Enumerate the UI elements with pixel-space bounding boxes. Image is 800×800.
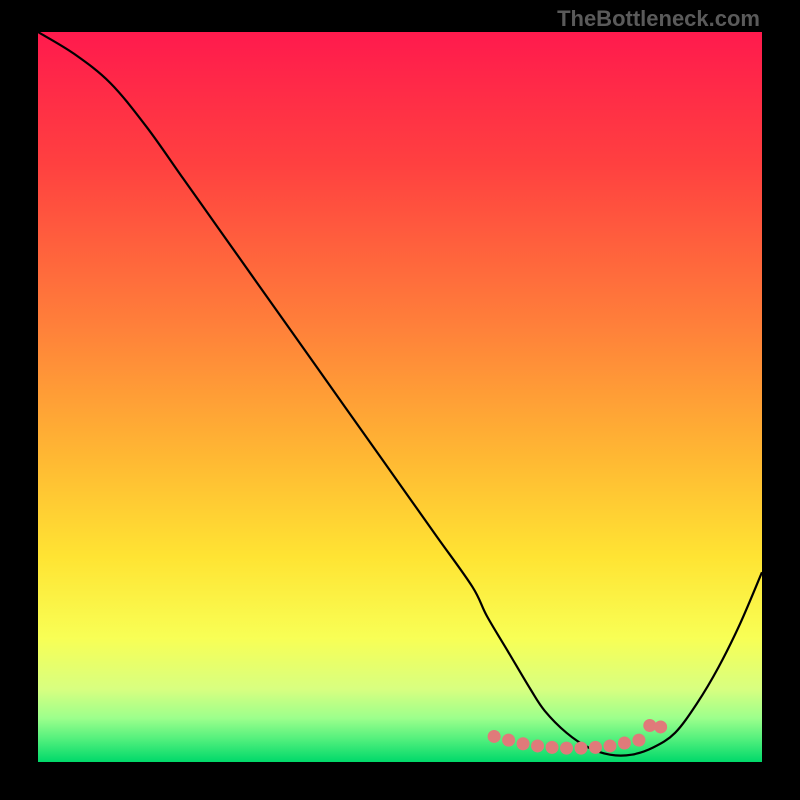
gradient-background xyxy=(38,32,762,762)
highlight-marker xyxy=(488,730,501,743)
chart-svg xyxy=(38,32,762,762)
highlight-marker xyxy=(589,741,602,754)
highlight-marker xyxy=(502,734,515,747)
watermark-text: TheBottleneck.com xyxy=(557,6,760,32)
highlight-marker xyxy=(654,720,667,733)
plot-area xyxy=(38,32,762,762)
highlight-marker xyxy=(546,741,559,754)
highlight-marker xyxy=(575,742,588,755)
highlight-marker xyxy=(531,739,544,752)
highlight-marker xyxy=(603,739,616,752)
chart-container: TheBottleneck.com xyxy=(0,0,800,800)
highlight-marker xyxy=(618,737,631,750)
highlight-marker xyxy=(560,742,573,755)
highlight-marker xyxy=(517,737,530,750)
highlight-marker xyxy=(632,734,645,747)
